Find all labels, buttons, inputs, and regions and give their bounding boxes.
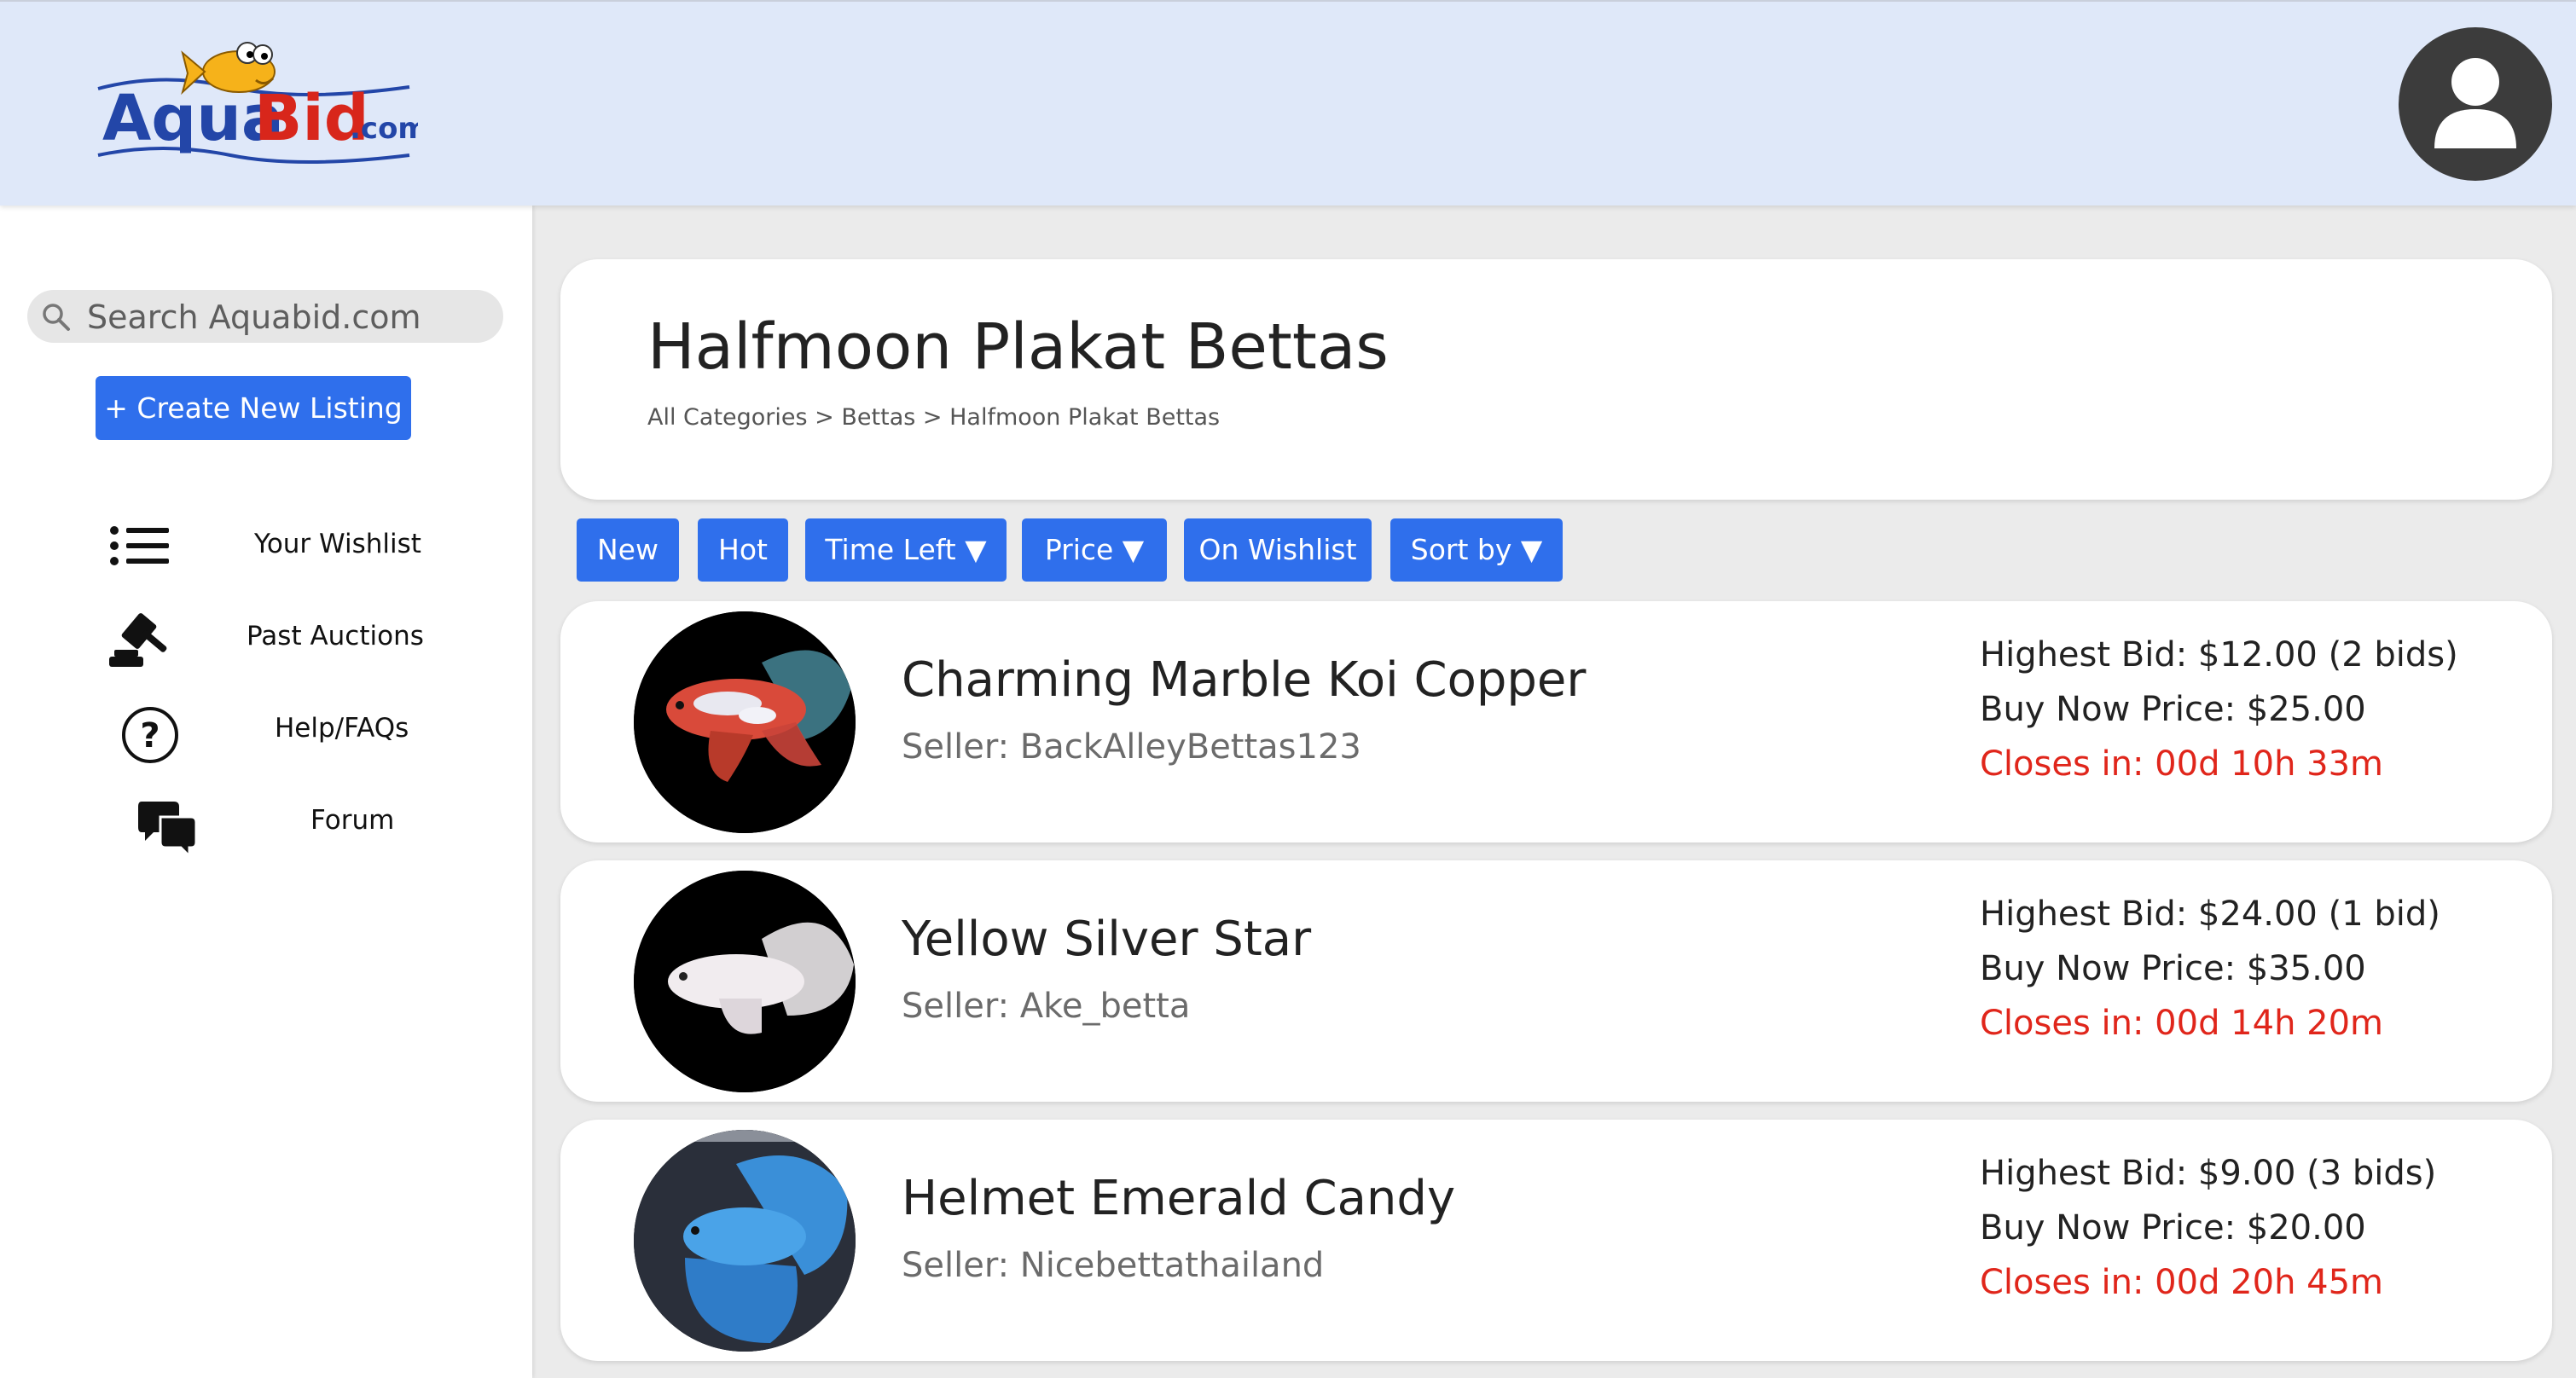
breadcrumb-item[interactable]: All Categories xyxy=(647,404,808,431)
category-header-card: Halfmoon Plakat Bettas All Categories > … xyxy=(560,259,2552,500)
breadcrumb-separator: > xyxy=(807,404,842,431)
list-icon xyxy=(110,526,169,565)
betta-fish-image xyxy=(634,871,856,1092)
listing-title[interactable]: Helmet Emerald Candy xyxy=(902,1171,1455,1226)
gavel-icon xyxy=(109,613,167,667)
listing-time-remaining: Closes in: 00d 10h 33m xyxy=(1980,744,2384,784)
listing-card[interactable]: Yellow Silver Star Seller: Ake_betta Hig… xyxy=(560,860,2552,1102)
listing-thumbnail xyxy=(634,871,856,1092)
sidebar-item-help[interactable]: ? Help/FAQs xyxy=(0,696,532,764)
breadcrumb: All Categories > Bettas > Halfmoon Plaka… xyxy=(647,404,1220,431)
listing-time-remaining: Closes in: 00d 14h 20m xyxy=(1980,1004,2384,1043)
listing-time-remaining: Closes in: 00d 20h 45m xyxy=(1980,1263,2384,1302)
user-avatar-button[interactable] xyxy=(2399,27,2552,181)
filter-on-wishlist-button[interactable]: On Wishlist xyxy=(1184,518,1372,582)
filter-time-left-button[interactable]: Time Left ▼ xyxy=(805,518,1007,582)
betta-fish-image xyxy=(634,611,856,833)
svg-text:?: ? xyxy=(140,716,160,756)
sidebar-item-wishlist[interactable]: Your Wishlist xyxy=(0,512,532,580)
listing-seller: Seller: Nicebettathailand xyxy=(902,1246,1325,1285)
svg-text:.com: .com xyxy=(350,112,418,146)
left-sidebar: + Create New Listing Your Wishlist Past … xyxy=(0,206,532,1378)
listing-title[interactable]: Charming Marble Koi Copper xyxy=(902,652,1586,708)
search-input[interactable] xyxy=(85,295,490,339)
filter-new-button[interactable]: New xyxy=(577,518,679,582)
listing-buy-now-price: Buy Now Price: $35.00 xyxy=(1980,949,2366,988)
search-icon xyxy=(43,304,70,331)
listing-highest-bid: Highest Bid: $24.00 (1 bid) xyxy=(1980,895,2440,934)
listing-buy-now-price: Buy Now Price: $20.00 xyxy=(1980,1208,2366,1248)
aquabid-logo[interactable]: Aqua Bid .com xyxy=(94,36,428,172)
user-icon xyxy=(2434,58,2516,148)
listing-thumbnail xyxy=(634,1130,856,1352)
listing-buy-now-price: Buy Now Price: $25.00 xyxy=(1980,690,2366,729)
page-title: Halfmoon Plakat Bettas xyxy=(647,310,1389,384)
sidebar-item-past-auctions[interactable]: Past Auctions xyxy=(0,604,532,672)
listing-thumbnail xyxy=(634,611,856,833)
sidebar-item-label: Help/FAQs xyxy=(275,713,409,744)
listing-highest-bid: Highest Bid: $9.00 (3 bids) xyxy=(1980,1154,2437,1193)
create-new-listing-button[interactable]: + Create New Listing xyxy=(96,376,411,440)
listing-card[interactable]: Charming Marble Koi Copper Seller: BackA… xyxy=(560,601,2552,842)
listing-card[interactable]: Helmet Emerald Candy Seller: Nicebettath… xyxy=(560,1120,2552,1361)
sort-by-button[interactable]: Sort by ▼ xyxy=(1390,518,1563,582)
filter-hot-button[interactable]: Hot xyxy=(698,518,788,582)
search-box[interactable] xyxy=(27,290,503,343)
breadcrumb-item[interactable]: Bettas xyxy=(841,404,915,431)
listing-highest-bid: Highest Bid: $12.00 (2 bids) xyxy=(1980,635,2458,675)
breadcrumb-item-current: Halfmoon Plakat Bettas xyxy=(949,404,1221,431)
sidebar-item-label: Your Wishlist xyxy=(254,529,421,559)
sidebar-item-label: Forum xyxy=(310,805,395,836)
sidebar-item-label: Past Auctions xyxy=(247,621,424,651)
listing-seller: Seller: Ake_betta xyxy=(902,987,1191,1026)
listing-seller: Seller: BackAlleyBettas123 xyxy=(902,727,1361,767)
listing-title[interactable]: Yellow Silver Star xyxy=(902,912,1311,967)
filter-price-button[interactable]: Price ▼ xyxy=(1022,518,1167,582)
top-header: Aqua Bid .com xyxy=(0,0,2576,206)
question-circle-icon: ? xyxy=(122,707,178,763)
sidebar-item-forum[interactable]: Forum xyxy=(0,788,532,856)
aquabid-logo-graphic: Aqua Bid .com xyxy=(97,42,428,164)
betta-fish-image xyxy=(634,1130,856,1352)
chat-bubbles-icon xyxy=(138,802,198,856)
breadcrumb-separator: > xyxy=(915,404,950,431)
